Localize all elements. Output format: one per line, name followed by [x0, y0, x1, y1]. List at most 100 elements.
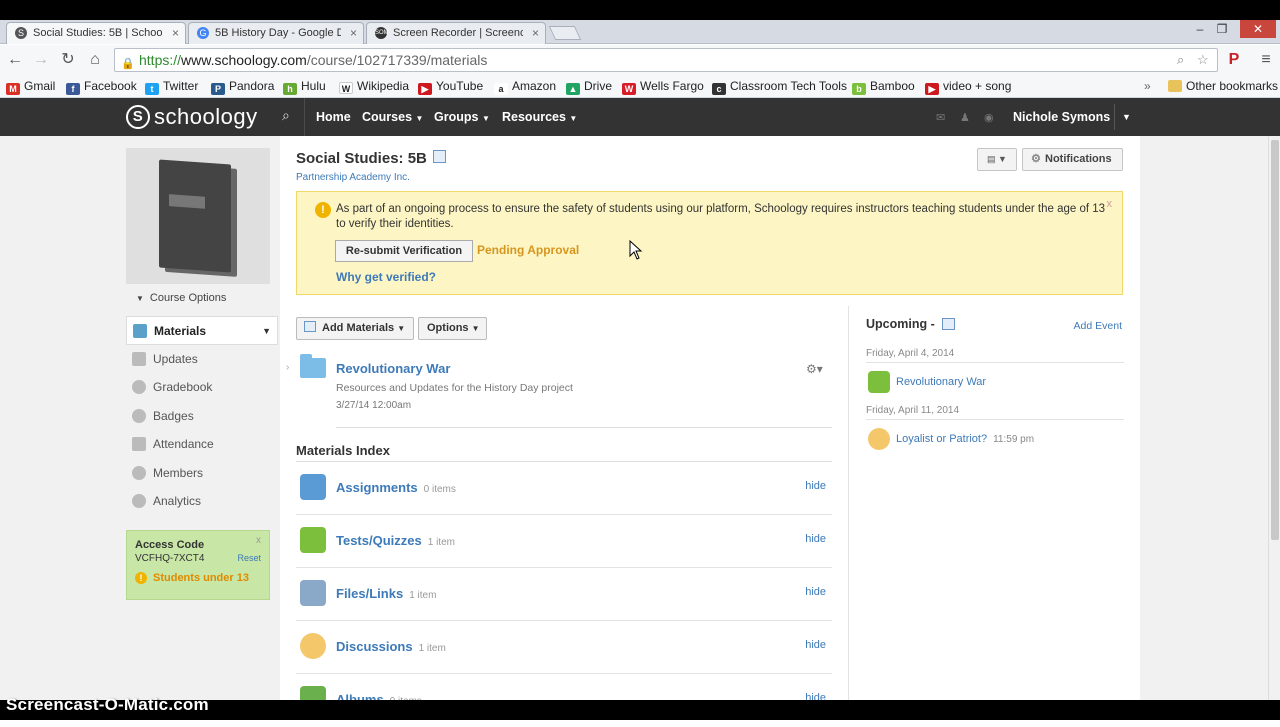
search-icon[interactable]: ⌕ [282, 107, 290, 124]
column-divider [848, 306, 849, 700]
students-under-13[interactable]: ! Students under 13 [135, 571, 261, 584]
page-scrollbar[interactable] [1268, 136, 1280, 700]
gear-icon: ⚙ [1031, 153, 1041, 165]
school-name[interactable]: Partnership Academy Inc. [296, 172, 410, 183]
hide-link[interactable]: hide [805, 639, 826, 651]
why-get-verified-link[interactable]: Why get verified? [336, 270, 436, 284]
nav-courses[interactable]: Courses ▼ [362, 110, 423, 124]
menu-icon[interactable]: ≡ [1256, 50, 1276, 70]
options-button[interactable]: Options ▼ [418, 317, 487, 340]
nav-groups[interactable]: Groups ▼ [434, 110, 490, 124]
close-alert-icon[interactable]: x [1107, 198, 1113, 210]
gear-icon[interactable]: ⚙▾ [806, 362, 823, 376]
scrollbar-thumb[interactable] [1271, 140, 1279, 540]
expand-arrow-icon[interactable]: › [286, 362, 289, 373]
index-row-label[interactable]: Tests/Quizzes 1 item [336, 533, 455, 548]
index-row-files-links: Files/Links 1 item hide [296, 568, 832, 621]
notifications-button[interactable]: ⚙ Notifications [1022, 148, 1123, 171]
bookmark-wikipedia[interactable]: W Wikipedia [339, 79, 409, 94]
reload-icon[interactable]: ↻ [58, 50, 78, 70]
index-row-label[interactable]: Files/Links 1 item [336, 586, 436, 601]
upcoming-event[interactable]: Loyalist or Patriot? 11:59 pm [896, 433, 1034, 445]
sidebar-item-materials[interactable]: Materials ▼ [126, 316, 278, 345]
course-menu: Materials ▼ Updates Gradebook Badges Atte… [126, 316, 278, 516]
resubmit-verification-button[interactable]: Re-submit Verification [335, 240, 473, 262]
warning-icon: ! [315, 202, 331, 218]
sidebar-item-updates[interactable]: Updates [126, 345, 278, 374]
close-access-code-icon[interactable]: x [256, 535, 261, 546]
bookmark-bamboo[interactable]: b Bamboo [852, 79, 915, 95]
folder-revolutionary-war[interactable]: › Revolutionary War Resources and Update… [280, 348, 832, 444]
gradebook-icon [132, 380, 146, 394]
options-label: Options [427, 322, 469, 334]
sidebar-item-label: Badges [153, 408, 194, 423]
url-field[interactable]: 🔒 https://www.schoology.com/course/10271… [114, 48, 1218, 72]
folder-date: 3/27/14 12:00am [336, 400, 412, 411]
hide-link[interactable]: hide [805, 586, 826, 598]
course-options[interactable]: ▼ Course Options [136, 292, 278, 304]
bookmark-gmail[interactable]: M Gmail [6, 79, 55, 95]
bookmark-amazon[interactable]: a Amazon [494, 79, 556, 95]
messages-icon[interactable]: ✉ [936, 111, 945, 124]
pinterest-icon[interactable]: P [1224, 50, 1244, 70]
bookmark-facebook[interactable]: f Facebook [66, 79, 137, 95]
bookmark-hulu[interactable]: h Hulu [283, 79, 326, 95]
tab-social-studies[interactable]: S Social Studies: 5B | Schoolo × [6, 22, 186, 44]
url-host: www.schoology.com [181, 52, 307, 68]
view-options-button[interactable]: ▤ ▼ [977, 148, 1017, 171]
index-row-assignments: Assignments 0 items hide [296, 462, 832, 515]
bookmark-drive[interactable]: ▲ Drive [566, 79, 612, 95]
schoology-logo[interactable]: Sschoology [126, 105, 258, 129]
course-options-label: Course Options [149, 292, 227, 304]
sidebar-item-attendance[interactable]: Attendance [126, 430, 278, 459]
sidebar-item-badges[interactable]: Badges [126, 402, 278, 431]
other-bookmarks[interactable]: Other bookmarks [1168, 79, 1278, 93]
sidebar-item-gradebook[interactable]: Gradebook [126, 373, 278, 402]
tab-screen-recorder[interactable]: SOM Screen Recorder | Screenc × [366, 22, 546, 44]
forward-arrow-icon[interactable]: → [31, 50, 51, 70]
nav-resources[interactable]: Resources ▼ [502, 110, 577, 124]
tab-history-day[interactable]: G 5B History Day - Google D × [188, 22, 364, 44]
nav-home[interactable]: Home [316, 110, 351, 124]
caret-down-icon: ▼ [569, 114, 578, 123]
sidebar-item-label: Materials [154, 324, 207, 338]
close-tab-icon[interactable]: × [532, 23, 539, 43]
logo-mark: S [126, 105, 150, 129]
caret-down-icon: ▼ [481, 114, 490, 123]
requests-icon[interactable]: ♟ [960, 111, 970, 124]
notifications-icon[interactable]: ◉ [984, 111, 994, 124]
close-tab-icon[interactable]: × [350, 23, 357, 43]
search-icon[interactable]: ⌕ [1177, 49, 1184, 71]
add-materials-button[interactable]: Add Materials ▼ [296, 317, 414, 340]
home-icon[interactable]: ⌂ [85, 50, 105, 70]
reset-access-code-link[interactable]: Reset [237, 553, 261, 563]
row-label-text: Assignments [336, 480, 418, 495]
sidebar-item-members[interactable]: Members [126, 459, 278, 488]
restore-icon[interactable]: ❐ [1208, 20, 1236, 38]
index-row-label[interactable]: Assignments 0 items [336, 480, 456, 495]
add-event-link[interactable]: Add Event [1074, 320, 1122, 332]
calendar-icon[interactable] [942, 318, 956, 330]
verification-alert: ! As part of an ongoing process to ensur… [296, 191, 1123, 295]
upcoming-event[interactable]: Revolutionary War [896, 376, 986, 388]
back-arrow-icon[interactable]: ← [5, 50, 25, 70]
star-icon[interactable]: ☆ [1197, 49, 1209, 71]
bookmark-youtube[interactable]: ▶ YouTube [418, 79, 483, 95]
index-row-label[interactable]: Discussions 1 item [336, 639, 446, 654]
bookmark-twitter[interactable]: t Twitter [145, 79, 198, 95]
more-bookmarks-chevron[interactable]: » [1144, 79, 1151, 93]
close-tab-icon[interactable]: × [172, 23, 179, 43]
close-window-icon[interactable]: ✕ [1240, 20, 1276, 38]
sidebar-item-analytics[interactable]: Analytics [126, 487, 278, 516]
user-name[interactable]: Nichole Symons [1013, 110, 1110, 124]
new-tab-button[interactable] [548, 26, 582, 40]
bookmark-video-song[interactable]: ▶ video + song [925, 79, 1011, 95]
add-materials-icon [304, 321, 316, 332]
user-dropdown-icon[interactable]: ▼ [1114, 104, 1138, 130]
bookmark-classroom-tech[interactable]: c Classroom Tech Tools [712, 79, 847, 95]
hide-link[interactable]: hide [805, 480, 826, 492]
folder-title[interactable]: Revolutionary War [336, 361, 450, 376]
bookmark-pandora[interactable]: P Pandora [211, 79, 274, 95]
bookmark-wells-fargo[interactable]: W Wells Fargo [622, 79, 704, 95]
hide-link[interactable]: hide [805, 533, 826, 545]
